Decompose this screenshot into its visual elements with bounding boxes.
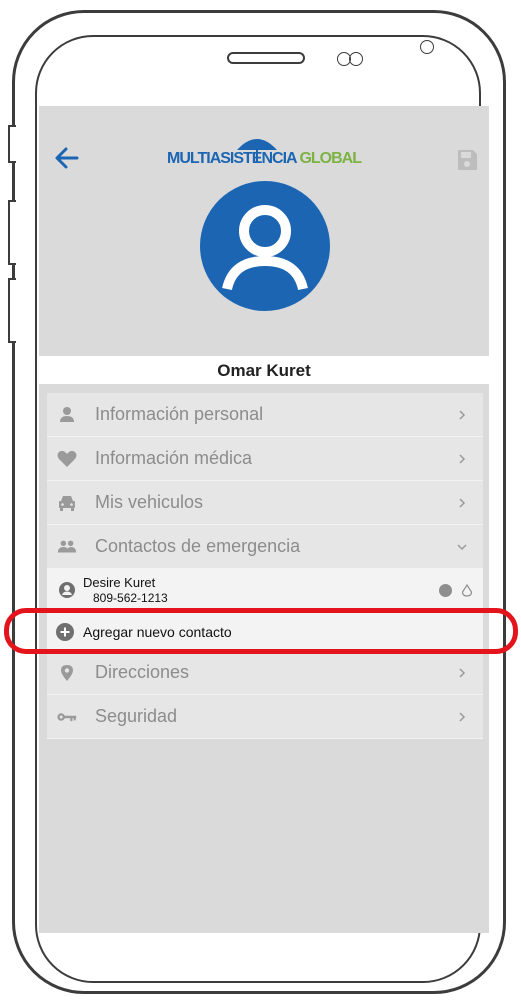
save-button[interactable] <box>455 148 479 172</box>
arrow-left-icon <box>55 147 79 169</box>
contact-phone: 809-562-1213 <box>93 591 168 605</box>
contact-name: Desire Kuret <box>83 575 156 590</box>
phone-volume-up-button <box>8 200 16 265</box>
chevron-right-icon <box>459 453 466 464</box>
menu-item-label: Direcciones <box>95 662 190 682</box>
people-icon <box>57 537 77 557</box>
logo-text-primary: MULTIASISTENCIA <box>167 150 297 167</box>
emergency-contact-item[interactable]: Desire Kuret 809-562-1213 <box>47 569 483 612</box>
menu-item-label: Contactos de emergencia <box>95 536 301 556</box>
menu-item-label: Seguridad <box>95 706 178 726</box>
menu-item-security[interactable]: Seguridad <box>47 695 483 739</box>
menu-item-label: Información personal <box>95 404 264 424</box>
key-icon <box>57 707 77 727</box>
user-circle-icon <box>200 181 330 311</box>
chevron-down-icon <box>457 543 467 550</box>
chevron-right-icon <box>459 497 466 508</box>
menu-item-personal-info[interactable]: Información personal <box>47 393 483 437</box>
phone-speaker <box>227 52 305 64</box>
contact-status-dot[interactable] <box>439 584 452 597</box>
highlight-annotation <box>4 608 518 654</box>
user-circle-icon <box>59 582 75 598</box>
phone-camera <box>420 40 434 54</box>
location-pin-icon <box>57 663 77 683</box>
menu-item-emergency-contacts[interactable]: Contactos de emergencia <box>47 525 483 569</box>
chevron-right-icon <box>459 409 466 420</box>
floppy-disk-icon <box>458 150 477 170</box>
profile-name: Omar Kuret <box>39 356 489 384</box>
car-icon <box>57 493 77 513</box>
heart-icon <box>57 449 77 469</box>
drop-icon[interactable] <box>461 584 473 597</box>
profile-header: MULTIASISTENCIA GLOBAL <box>39 106 489 356</box>
menu-item-medical-info[interactable]: Información médica <box>47 437 483 481</box>
back-button[interactable] <box>51 142 83 174</box>
chevron-right-icon <box>459 711 466 722</box>
logo-text-secondary: GLOBAL <box>299 150 362 167</box>
menu-item-addresses[interactable]: Direcciones <box>47 651 483 695</box>
menu-item-vehicles[interactable]: Mis vehiculos <box>47 481 483 525</box>
app-logo: MULTIASISTENCIA GLOBAL <box>167 136 367 176</box>
phone-volume-down-button <box>8 278 16 343</box>
phone-sensor <box>349 52 363 66</box>
person-icon <box>57 405 77 425</box>
profile-menu: Información personal Información médica … <box>47 393 483 739</box>
phone-side-button <box>8 125 16 163</box>
profile-avatar[interactable] <box>200 181 330 311</box>
chevron-right-icon <box>459 667 466 678</box>
menu-item-label: Información médica <box>95 448 253 468</box>
menu-item-label: Mis vehiculos <box>95 492 204 512</box>
app-screen: MULTIASISTENCIA GLOBAL Omar Kuret Inform… <box>39 106 489 933</box>
logo-text: MULTIASISTENCIA GLOBAL <box>167 150 362 168</box>
